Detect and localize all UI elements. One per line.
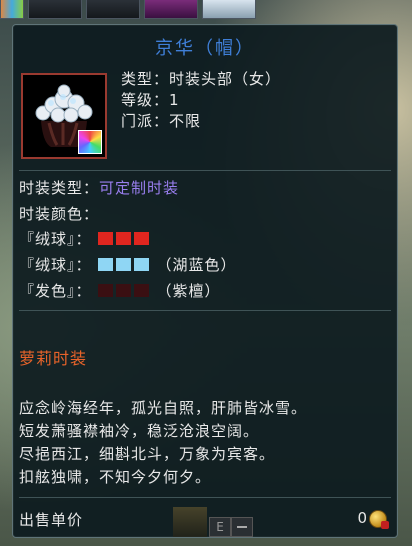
item-level: 等级：1 [121, 91, 180, 109]
color-row-name: （湖蓝色） [156, 256, 237, 274]
sell-price-label: 出售单价 [19, 511, 84, 529]
flavor-line: 短发萧骚襟袖冷，稳泛沧浪空阔。 [19, 422, 260, 440]
color-swatch [115, 284, 131, 297]
top-hotbar [0, 0, 412, 20]
item-title: 京华（帽） [155, 38, 255, 59]
flavor-line: 尽挹西江，细斟北斗，万象为宾客。 [19, 445, 276, 463]
color-swatches [97, 284, 149, 297]
color-swatch [133, 284, 149, 297]
color-swatch [97, 284, 113, 297]
color-row: 『发色』： （紫檀） [19, 280, 221, 301]
color-swatch [97, 258, 113, 271]
flavor-line: 扣舷独啸，不知今夕何夕。 [19, 468, 212, 486]
background-slot [173, 507, 207, 537]
color-row: 『绒球』： （湖蓝色） [19, 254, 237, 275]
color-row-label: 『绒球』： [19, 256, 92, 274]
divider [19, 497, 391, 498]
hotbar-slot[interactable] [202, 0, 256, 19]
fashion-color-label: 时装颜色： [19, 205, 100, 223]
item-type: 类型：时装头部（女） [121, 70, 282, 88]
color-swatch [133, 258, 149, 271]
color-swatch [115, 258, 131, 271]
color-swatch [115, 232, 131, 245]
color-swatch [133, 232, 149, 245]
item-faction: 门派：不限 [121, 112, 202, 130]
color-row-label: 『发色』： [19, 282, 92, 300]
fashion-type-value: 可定制时装 [99, 179, 180, 197]
color-row-name: （紫檀） [156, 282, 221, 300]
color-swatch [97, 232, 113, 245]
flavor-text: 应念岭海经年，孤光自照，肝肺皆冰雪。 短发萧骚襟袖冷，稳泛沧浪空阔。 尽挹西江，… [19, 397, 307, 489]
color-swatches [97, 232, 149, 245]
color-row-label: 『绒球』： [19, 230, 92, 248]
item-stats: 类型：时装头部（女） 等级：1 门派：不限 [121, 69, 281, 132]
hotbar-slot[interactable] [86, 0, 140, 19]
coin-icon [369, 510, 389, 529]
fashion-type-label: 时装类型： [19, 179, 100, 197]
minus-button[interactable] [231, 517, 253, 537]
item-tooltip: 京华（帽） 类型：时装头部（女） 等级：1 门派：不限 时装类型：可定制时装 时… [12, 24, 398, 538]
flavor-line: 应念岭海经年，孤光自照，肝肺皆冰雪。 [19, 399, 308, 417]
fashion-type: 时装类型：可定制时装 [19, 177, 179, 198]
divider [19, 310, 391, 311]
divider [19, 170, 391, 171]
hotbar-slot[interactable] [144, 0, 198, 19]
color-swatches [97, 258, 149, 271]
hotkey-e-button[interactable]: E [209, 517, 231, 537]
color-row: 『绒球』： [19, 228, 157, 249]
dye-badge-icon [78, 130, 102, 154]
set-name: 萝莉时装 [19, 349, 88, 368]
hotbar-slot[interactable] [0, 0, 24, 19]
hat-icon [21, 73, 107, 159]
hotbar-slot[interactable] [28, 0, 82, 19]
sell-price-value: 0 [357, 509, 367, 527]
